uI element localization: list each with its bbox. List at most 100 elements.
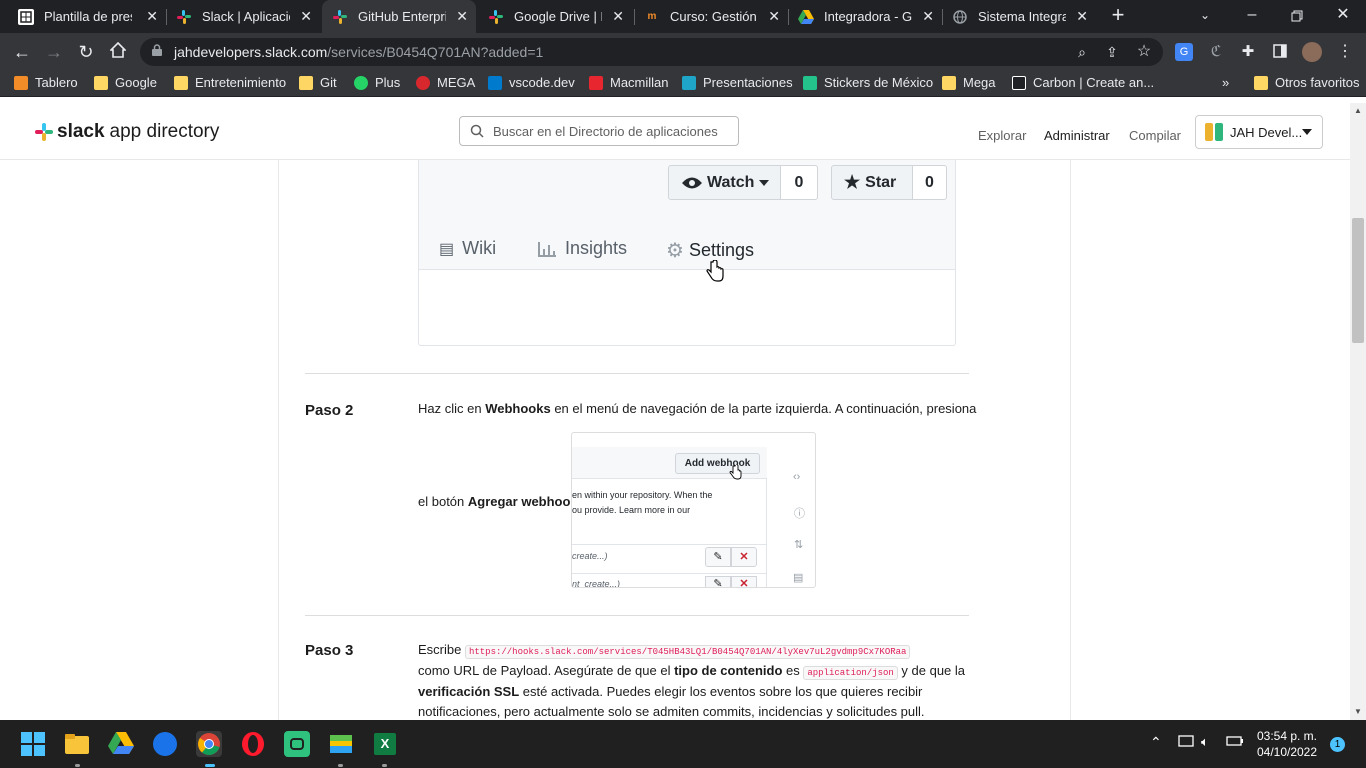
course-icon: m (647, 11, 657, 22)
bookmark-item[interactable]: Mega (942, 75, 996, 90)
browser-toolbar: ← → ↻ jahdevelopers.slack.com/services/B… (0, 33, 1366, 71)
firefox-icon[interactable] (152, 731, 178, 757)
nav-manage[interactable]: Administrar (1044, 128, 1110, 143)
hand-cursor-icon (706, 260, 724, 282)
bookmark-item[interactable]: vscode.dev (488, 75, 575, 90)
address-url[interactable]: jahdevelopers.slack.com/services/B0454Q7… (174, 44, 543, 60)
graph-icon (538, 241, 556, 257)
carbon-icon (1012, 75, 1026, 90)
extension-icon[interactable]: ℭ (1204, 40, 1228, 64)
watch-button: Watch (668, 165, 781, 200)
pencil-icon: ✎ (705, 547, 731, 567)
folder-icon (299, 75, 313, 90)
star-count: 0 (912, 165, 947, 200)
other-bookmarks[interactable]: Otros favoritos (1254, 75, 1360, 90)
excel-icon[interactable]: X (372, 731, 398, 757)
battery-icon[interactable] (1226, 735, 1244, 750)
github-tab-insights: Insights (537, 238, 627, 259)
bluestacks-icon[interactable] (328, 731, 354, 757)
bookmark-item[interactable]: Presentaciones (682, 75, 793, 90)
reload-icon[interactable]: ↻ (74, 40, 98, 64)
chrome-icon[interactable] (196, 731, 222, 757)
caret-down-icon (759, 179, 770, 186)
eye-icon (682, 177, 702, 188)
clock-date[interactable]: 04/10/2022 (1252, 745, 1322, 759)
close-window-icon[interactable]: ✕ (1331, 3, 1355, 27)
home-icon[interactable] (106, 40, 130, 64)
new-tab-icon[interactable]: + (1106, 3, 1130, 27)
bookmark-item[interactable]: Tablero (14, 75, 78, 90)
notification-badge[interactable]: 1 (1330, 737, 1345, 752)
browser-tab-active[interactable]: GitHub Enterprise ✕ (322, 0, 476, 33)
slack-icon (488, 9, 504, 25)
more-menu-icon[interactable]: ⋮ (1333, 40, 1357, 64)
browser-tab[interactable]: Google Drive | Di ✕ (478, 0, 632, 33)
slack-app-directory-logo[interactable]: slack app directory (34, 121, 219, 143)
nav-build[interactable]: Compilar (1129, 128, 1181, 143)
close-tab-icon[interactable]: ✕ (768, 8, 780, 25)
browser-tab[interactable]: m Curso: Gestión de ✕ (634, 0, 788, 33)
nav-explore[interactable]: Explorar (978, 128, 1026, 143)
browser-tab[interactable]: Sistema Integral ✕ (942, 0, 1096, 33)
back-icon[interactable]: ← (10, 40, 34, 64)
zoom-icon[interactable]: ⌕ (1070, 40, 1094, 64)
scroll-down-icon[interactable]: ▼ (1354, 707, 1362, 716)
volume-icon[interactable]: 🔈︎ (1201, 734, 1209, 750)
clock-time[interactable]: 03:54 p. m. (1252, 729, 1322, 743)
bookmarks-bar: Tablero Google Entretenimiento Git Plus … (0, 71, 1366, 97)
chevron-up-icon[interactable]: ⌃ (1150, 734, 1162, 751)
webhook-url-code[interactable]: https://hooks.slack.com/services/T045HB4… (464, 645, 911, 659)
close-tab-icon[interactable]: ✕ (456, 8, 468, 25)
forward-icon[interactable]: → (42, 40, 66, 64)
close-tab-icon[interactable]: ✕ (146, 8, 158, 25)
mega-icon (416, 75, 430, 90)
side-panel-icon[interactable] (1268, 40, 1292, 64)
scrollbar-thumb[interactable] (1352, 218, 1364, 343)
bookmark-item[interactable]: Stickers de México (803, 75, 933, 90)
scroll-up-icon[interactable]: ▲ (1354, 106, 1362, 115)
hand-cursor-icon (729, 465, 742, 480)
page-scrollbar[interactable]: ▲ ▼ (1350, 103, 1366, 720)
translate-icon[interactable]: G (1172, 40, 1196, 64)
address-bar[interactable]: jahdevelopers.slack.com/services/B0454Q7… (140, 38, 1163, 66)
pencil-icon: ✎ (705, 576, 731, 587)
step-3-text-line4: notificaciones, pero actualmente solo se… (418, 704, 925, 719)
close-tab-icon[interactable]: ✕ (1076, 8, 1088, 25)
opera-icon[interactable] (240, 731, 266, 757)
browser-tab[interactable]: Plantilla de presu ✕ (8, 0, 166, 33)
bookmark-item[interactable]: MEGA (416, 75, 475, 90)
tab-search-icon[interactable]: ⌄ (1193, 3, 1217, 27)
minimize-icon[interactable]: – (1240, 3, 1264, 27)
display-icon[interactable] (1178, 735, 1194, 752)
app-directory-search-input[interactable]: Buscar en el Directorio de aplicaciones (459, 116, 739, 146)
issue-icon: ⓘ (794, 508, 805, 520)
close-tab-icon[interactable]: ✕ (612, 8, 624, 25)
close-tab-icon[interactable]: ✕ (300, 8, 312, 25)
android-studio-icon[interactable] (284, 731, 310, 757)
puzzle-icon[interactable]: ✚ (1236, 40, 1260, 64)
workspace-switcher[interactable]: JAH Devel... (1195, 115, 1323, 149)
close-tab-icon[interactable]: ✕ (922, 8, 934, 25)
google-drive-icon[interactable] (108, 731, 134, 757)
restore-icon[interactable] (1285, 4, 1309, 28)
bookmark-item[interactable]: Google (94, 75, 157, 90)
bookmark-item[interactable]: Git (299, 75, 337, 90)
watch-count: 0 (780, 165, 818, 200)
globe-icon (952, 9, 968, 25)
bookmark-star-icon[interactable]: ☆ (1132, 40, 1156, 64)
bookmark-item[interactable]: Macmillan (589, 75, 669, 90)
book-icon: ▤ (439, 240, 455, 258)
file-explorer-icon[interactable] (64, 731, 90, 757)
bookmark-item[interactable]: Carbon | Create an... (1012, 75, 1154, 90)
bookmark-item[interactable]: Entretenimiento (174, 75, 286, 90)
browser-tab[interactable]: Integradora - Go ✕ (788, 0, 942, 33)
windows-taskbar: X ⌃ 🔈︎ 03:54 p. m. 04/10/2022 1 (0, 720, 1366, 768)
bookmark-item[interactable]: Plus (354, 75, 400, 90)
share-icon[interactable]: ⇪ (1100, 40, 1124, 64)
more-bookmarks-icon[interactable]: » (1222, 75, 1229, 90)
profile-avatar[interactable] (1300, 40, 1324, 64)
start-icon[interactable] (20, 731, 46, 757)
browser-tab[interactable]: Slack | Aplicacion ✕ (166, 0, 320, 33)
pull-request-icon: ⇅ (794, 539, 804, 551)
folder-icon (942, 75, 956, 90)
